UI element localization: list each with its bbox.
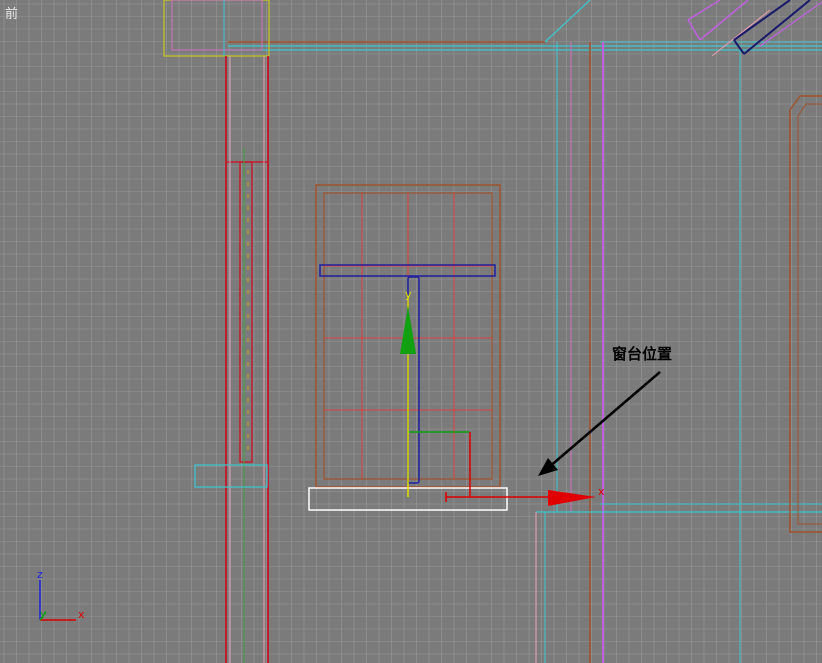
roof-beams [687,0,822,57]
move-gizmo[interactable]: y x [400,288,605,506]
gizmo-x-label: x [598,485,605,498]
left-wall-column [194,56,269,663]
tripod-x-label: x [78,608,85,621]
viewport-label[interactable]: 前 [5,3,18,22]
top-beams [228,0,822,51]
viewport-canvas[interactable]: y x z x y [0,0,822,663]
gizmo-y-label: y [405,288,412,301]
window-mullion [407,276,420,484]
tripod-y-label: y [40,609,46,620]
viewport-front[interactable]: y x z x y 前 窗台位置 [0,0,822,663]
gizmo-y-arrow[interactable] [400,306,416,354]
axis-tripod: z x y [37,568,85,621]
gizmo-x-arrow[interactable] [548,490,596,506]
annotation-text: 窗台位置 [612,345,673,363]
tripod-z-label: z [37,568,43,581]
